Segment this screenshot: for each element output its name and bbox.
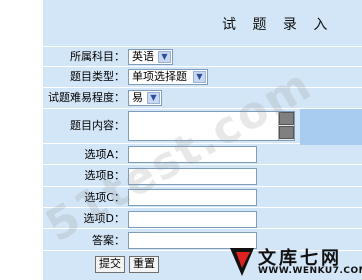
content-row-highlight: [300, 109, 362, 145]
difficulty-select-value: 易: [132, 91, 143, 104]
content-label: 题目内容：: [70, 119, 125, 132]
type-label: 题目类型：: [70, 70, 125, 83]
type-select[interactable]: 单项选择题 ▼: [128, 69, 208, 85]
subject-label: 所属科目：: [70, 50, 125, 63]
row-separator: [43, 87, 362, 88]
scroll-down-button[interactable]: [279, 126, 294, 139]
option-d-input[interactable]: [128, 211, 257, 228]
chevron-down-icon[interactable]: ▼: [147, 92, 160, 104]
chevron-down-icon[interactable]: ▼: [158, 51, 171, 63]
subject-select-value: 英语: [132, 50, 154, 63]
page-title: 试 题 录 入: [222, 17, 334, 33]
subject-select[interactable]: 英语 ▼: [128, 49, 173, 65]
submit-button[interactable]: 提交: [95, 256, 125, 273]
row-separator: [43, 46, 362, 47]
type-select-value: 单项选择题: [132, 70, 187, 83]
logo-mark-icon: [230, 248, 254, 276]
chevron-down-icon[interactable]: ▼: [193, 71, 206, 83]
row-separator: [43, 66, 362, 67]
option-a-label: 选项A：: [84, 148, 125, 161]
brand-url: WWW.WENKU7.COM: [258, 266, 362, 276]
reset-button[interactable]: 重置: [129, 256, 159, 273]
brand-logo: 文库七网 WWW.WENKU7.COM: [228, 244, 362, 280]
difficulty-select[interactable]: 易 ▼: [128, 90, 162, 106]
difficulty-label: 试题难易程度：: [48, 91, 125, 104]
